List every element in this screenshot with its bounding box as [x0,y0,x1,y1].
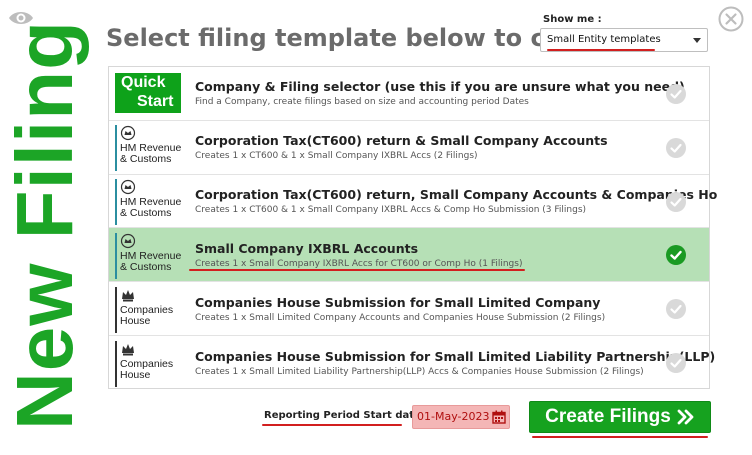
reporting-period-label: Reporting Period Start date : [264,410,429,421]
template-title: Corporation Tax(CT600) return, Small Com… [195,186,718,202]
chevron-down-icon [693,38,701,43]
companies-house-logo: Companies House [115,339,191,387]
template-subtitle: Creates 1 x Small Limited Liability Part… [195,366,644,377]
check-circle-icon[interactable] [665,244,687,266]
hmrc-logo: HM Revenue & Customs [115,177,191,225]
crest-icon [122,289,134,302]
template-row-quick-start[interactable]: Quick Start Company & Filing selector (u… [109,67,709,121]
new-filing-title-text: New Filing [0,20,89,430]
template-row-small-company-ixbrl[interactable]: HM Revenue & Customs Small Company IXBRL… [109,228,709,283]
template-filter-select[interactable]: Small Entity templates [540,28,708,52]
check-circle-icon[interactable] [665,191,687,213]
template-title: Corporation Tax(CT600) return & Small Co… [195,133,608,149]
new-filing-vertical-title: New Filing [0,20,89,430]
template-row-ct600-accounts[interactable]: HM Revenue & Customs Corporation Tax(CT6… [109,121,709,175]
companies-house-logo: Companies House [115,285,191,333]
hmrc-logo: HM Revenue & Customs [115,231,191,279]
highlight-underline [532,436,708,438]
template-row-ch-small-llp[interactable]: Companies House Companies House Submissi… [109,336,715,390]
template-subtitle: Creates 1 x Small Company IXBRL Accs for… [195,258,523,269]
reporting-period-date-input[interactable]: 01-May-2023 [412,405,510,429]
template-title: Company & Filing selector (use this if y… [195,79,685,95]
template-title: Small Company IXBRL Accounts [195,240,419,256]
create-filings-button[interactable]: Create Filings [529,401,711,433]
hmrc-logo: HM Revenue & Customs [115,123,191,172]
highlight-underline [547,49,655,51]
footer-bar: Reporting Period Start date : 01-May-202… [0,400,752,450]
check-circle-icon[interactable] [665,83,687,105]
calendar-icon[interactable] [492,410,506,424]
crest-icon [120,179,136,195]
crest-icon [122,343,134,356]
create-filings-label: Create Filings [545,406,671,427]
template-list: Quick Start Company & Filing selector (u… [108,66,717,390]
template-filter-value: Small Entity templates [547,34,661,45]
crest-icon [120,126,136,141]
template-subtitle: Creates 1 x CT600 & 1 x Small Company IX… [195,204,587,215]
highlight-underline [262,424,402,426]
check-circle-icon[interactable] [665,137,687,159]
double-chevron-right-icon [677,409,694,425]
template-title: Companies House Submission for Small Lim… [195,348,716,364]
template-row-ct600-accounts-comp-ho[interactable]: HM Revenue & Customs Corporation Tax(CT6… [109,175,717,229]
template-subtitle: Find a Company, create filings based on … [195,97,529,108]
show-me-label: Show me : [543,14,602,25]
show-me-filter: Show me : Small Entity templates [540,14,710,52]
template-subtitle: Creates 1 x CT600 & 1 x Small Company IX… [195,151,478,162]
quick-start-logo: Quick Start [115,69,191,117]
close-icon[interactable] [718,6,744,32]
template-title: Companies House Submission for Small Lim… [195,294,601,310]
check-circle-icon[interactable] [665,298,687,320]
crest-icon [120,233,136,248]
template-row-ch-small-limited-company[interactable]: Companies House Companies House Submissi… [109,282,709,336]
template-subtitle: Creates 1 x Small Limited Company Accoun… [195,312,606,323]
highlight-underline [189,269,525,272]
reporting-period-date-value: 01-May-2023 [417,410,490,423]
check-circle-icon[interactable] [665,352,687,374]
